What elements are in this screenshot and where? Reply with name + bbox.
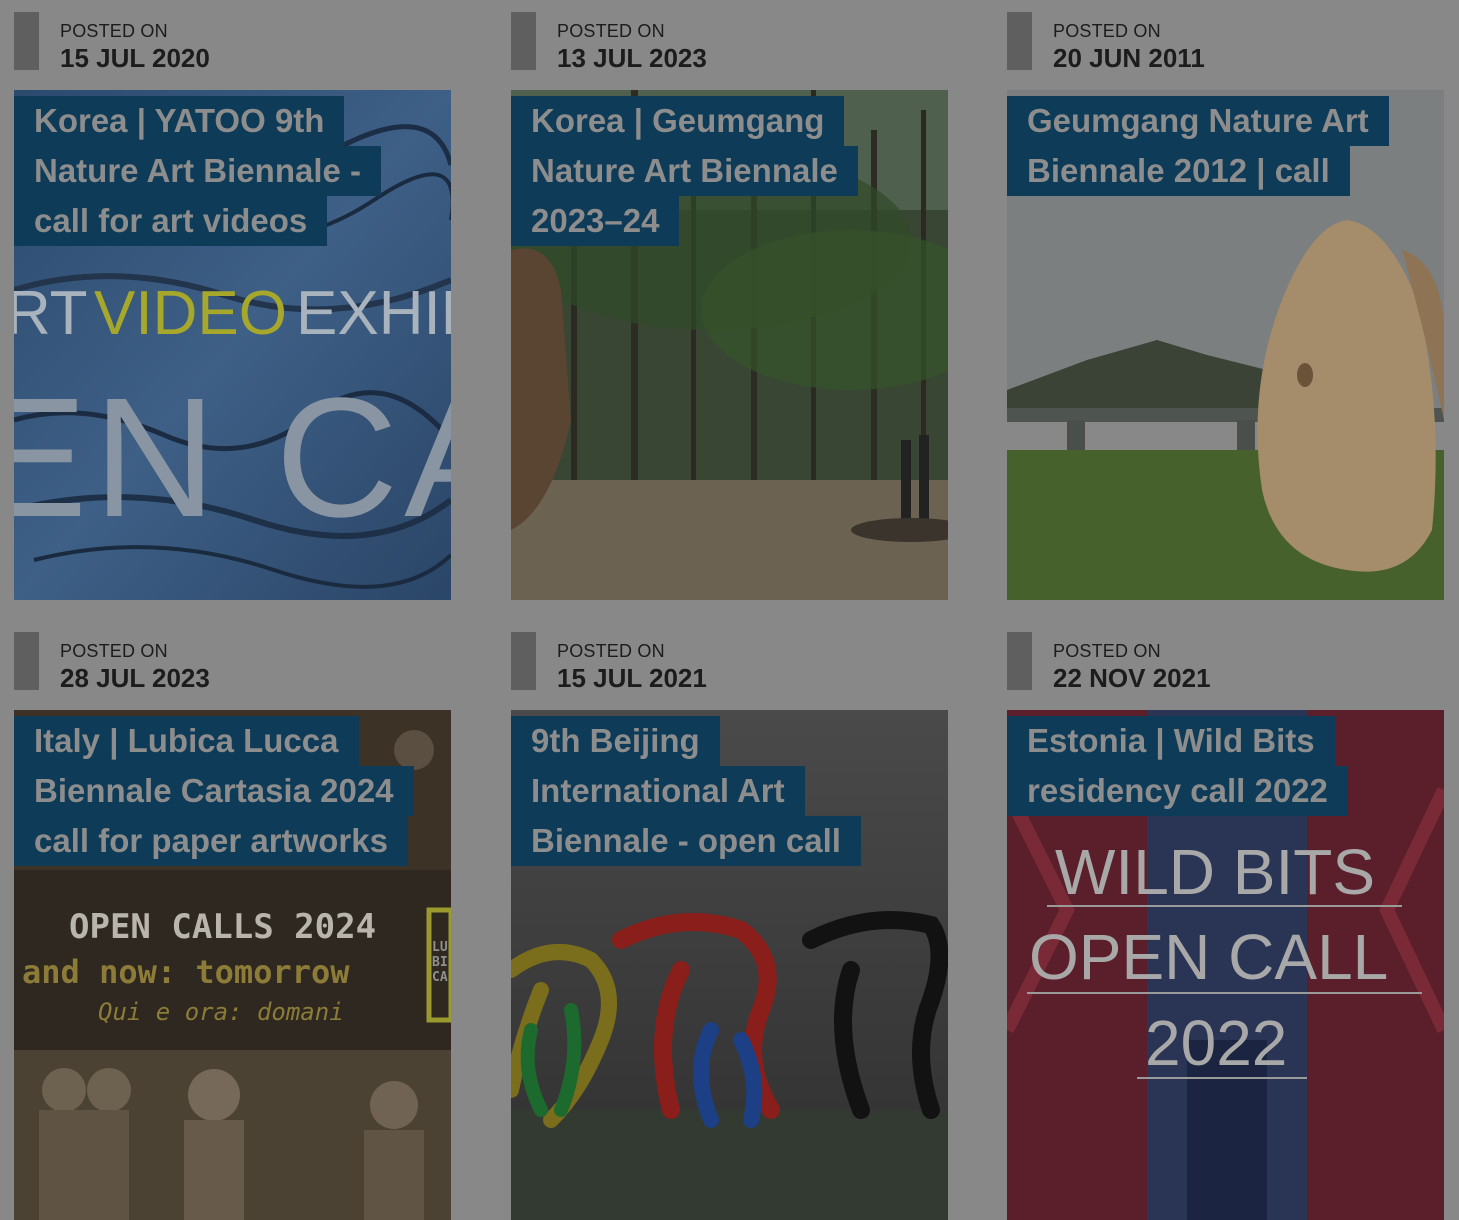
post-title-line: Geumgang Nature Art [1007, 96, 1389, 146]
post-title-line: 9th Beijing [511, 716, 720, 766]
posted-on-label: POSTED ON [60, 21, 168, 41]
image-text: 2022 [1145, 1007, 1288, 1079]
post-date: 20 JUN 2011 [1053, 43, 1205, 73]
post-date: 15 JUL 2021 [557, 663, 707, 693]
post-title-line: call for art videos [14, 196, 328, 246]
post-date-block: POSTED ON 20 JUN 2011 [1007, 12, 1444, 73]
image-text: RT [14, 279, 88, 348]
post-title-line: Estonia | Wild Bits [1007, 716, 1335, 766]
image-text: EN CA [14, 363, 451, 553]
post-date-block: POSTED ON 15 JUL 2021 [511, 632, 948, 693]
posted-on-label: POSTED ON [1053, 641, 1161, 661]
post-date-block: POSTED ON 15 JUL 2020 [14, 12, 451, 73]
post-title-line: Nature Art Biennale [511, 146, 858, 196]
post-title-line: Korea | YATOO 9th [14, 96, 345, 146]
image-text: Qui e ora: domani [98, 998, 344, 1026]
post-title-line: Nature Art Biennale - [14, 146, 382, 196]
image-text: OPEN CALL [1029, 921, 1389, 993]
image-text: and now: tomorrow [22, 953, 350, 991]
post-title-line: International Art [511, 766, 805, 816]
post-title-line: Biennale 2012 | call [1007, 146, 1350, 196]
image-text: OPEN CALLS 2024 [69, 907, 377, 947]
post-date-block: POSTED ON 13 JUL 2023 [511, 12, 948, 73]
image-text: LU BI CA [432, 940, 448, 985]
post-date: 28 JUL 2023 [60, 663, 210, 693]
post-title-line: 2023–24 [511, 196, 680, 246]
post-title-line: Korea | Geumgang [511, 96, 845, 146]
date-accent-bar [14, 632, 39, 690]
post-title-line: Biennale Cartasia 2024 [14, 766, 414, 816]
image-text: EXHIB [296, 279, 451, 348]
date-accent-bar [511, 12, 536, 70]
date-accent-bar [1007, 632, 1032, 690]
post-date: 15 JUL 2020 [60, 43, 210, 73]
posted-on-label: POSTED ON [557, 641, 665, 661]
image-text: VIDEO [94, 279, 287, 348]
date-accent-bar [14, 12, 39, 70]
post-title[interactable]: Estonia | Wild Bits residency call 2022 [1007, 716, 1348, 816]
post-title[interactable]: Korea | YATOO 9th Nature Art Biennale - … [14, 96, 382, 246]
post-title[interactable]: Korea | Geumgang Nature Art Biennale 202… [511, 96, 858, 246]
date-accent-bar [1007, 12, 1032, 70]
post-title[interactable]: Italy | Lubica Lucca Biennale Cartasia 2… [14, 716, 414, 866]
posted-on-label: POSTED ON [557, 21, 665, 41]
posted-on-label: POSTED ON [60, 641, 168, 661]
post-date-block: POSTED ON 28 JUL 2023 [14, 632, 451, 693]
post-date-block: POSTED ON 22 NOV 2021 [1007, 632, 1444, 693]
post-title[interactable]: 9th Beijing International Art Biennale -… [511, 716, 861, 866]
post-title-line: Italy | Lubica Lucca [14, 716, 359, 766]
date-accent-bar [511, 632, 536, 690]
post-title-line: Biennale - open call [511, 816, 861, 866]
post-title-line: call for paper artworks [14, 816, 408, 866]
posted-on-label: POSTED ON [1053, 21, 1161, 41]
post-date: 22 NOV 2021 [1053, 663, 1211, 693]
image-text: WILD BITS [1055, 836, 1376, 908]
post-title[interactable]: Geumgang Nature Art Biennale 2012 | call [1007, 96, 1389, 196]
post-title-line: residency call 2022 [1007, 766, 1348, 816]
post-date: 13 JUL 2023 [557, 43, 707, 73]
